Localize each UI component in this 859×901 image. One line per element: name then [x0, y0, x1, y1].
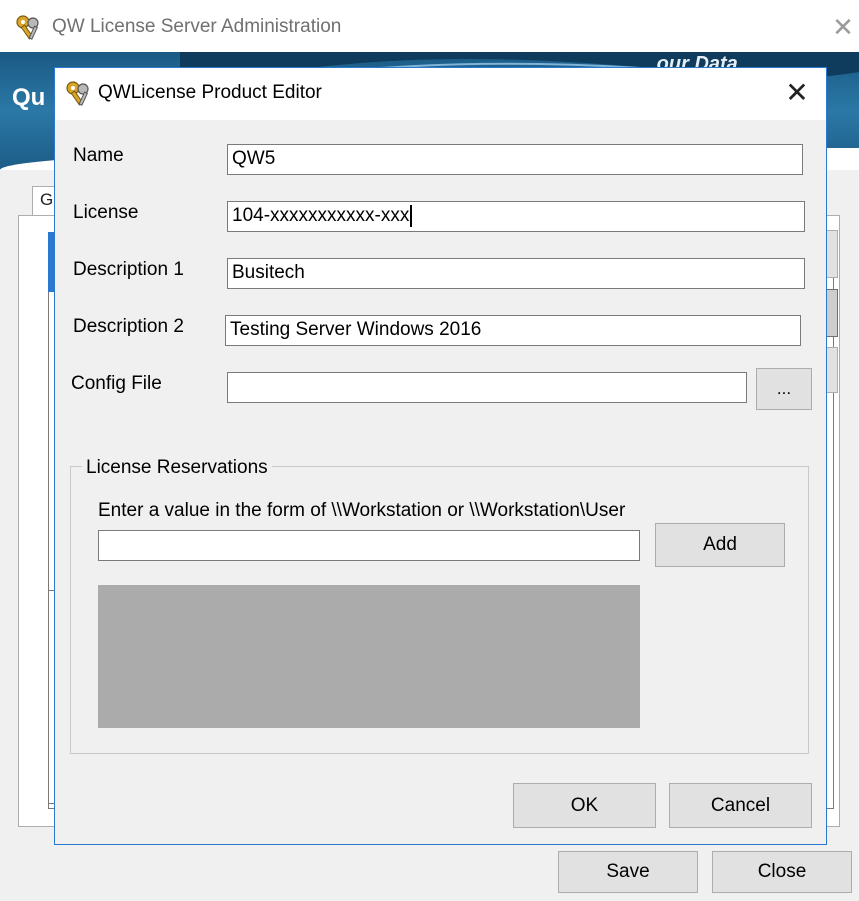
banner-logo: Qu: [12, 84, 46, 111]
config-file-field[interactable]: [227, 372, 747, 403]
description2-label: Description 2: [73, 316, 184, 337]
ok-button[interactable]: OK: [513, 783, 656, 828]
close-button[interactable]: Close: [712, 851, 852, 893]
description1-field-value: Busitech: [232, 262, 305, 283]
parent-close-icon[interactable]: ✕: [828, 12, 858, 42]
license-field-value: 104-xxxxxxxxxxx-xxx: [232, 205, 410, 226]
reservations-list[interactable]: [98, 585, 640, 728]
browse-button[interactable]: ...: [756, 368, 812, 410]
description1-label: Description 1: [73, 259, 184, 280]
keys-icon: [16, 15, 39, 40]
parent-side-button-2[interactable]: [826, 289, 838, 337]
parent-side-button-3[interactable]: [826, 347, 838, 393]
name-label: Name: [73, 145, 124, 166]
save-button[interactable]: Save: [558, 851, 698, 893]
name-field[interactable]: QW5: [227, 144, 803, 175]
description1-field[interactable]: Busitech: [227, 258, 805, 289]
license-label: License: [73, 202, 139, 223]
description2-field[interactable]: Testing Server Windows 2016: [225, 315, 801, 346]
parent-window-title: QW License Server Administration: [52, 16, 342, 37]
text-cursor: [410, 204, 413, 227]
dialog-close-icon[interactable]: ✕: [780, 76, 814, 110]
parent-tab-label: G: [40, 190, 54, 209]
parent-side-button-1[interactable]: [826, 230, 838, 278]
add-button[interactable]: Add: [655, 523, 785, 567]
description2-field-value: Testing Server Windows 2016: [230, 319, 482, 340]
license-field[interactable]: 104-xxxxxxxxxxx-xxx: [227, 201, 805, 232]
name-field-value: QW5: [232, 148, 276, 169]
license-reservations-label: License Reservations: [82, 457, 272, 479]
reservation-input[interactable]: [98, 530, 640, 561]
reservation-hint: Enter a value in the form of \\Workstati…: [98, 500, 626, 521]
config-file-label: Config File: [71, 373, 162, 394]
keys-icon: [66, 81, 89, 106]
dialog-title: QWLicense Product Editor: [98, 82, 322, 103]
cancel-button[interactable]: Cancel: [669, 783, 812, 828]
